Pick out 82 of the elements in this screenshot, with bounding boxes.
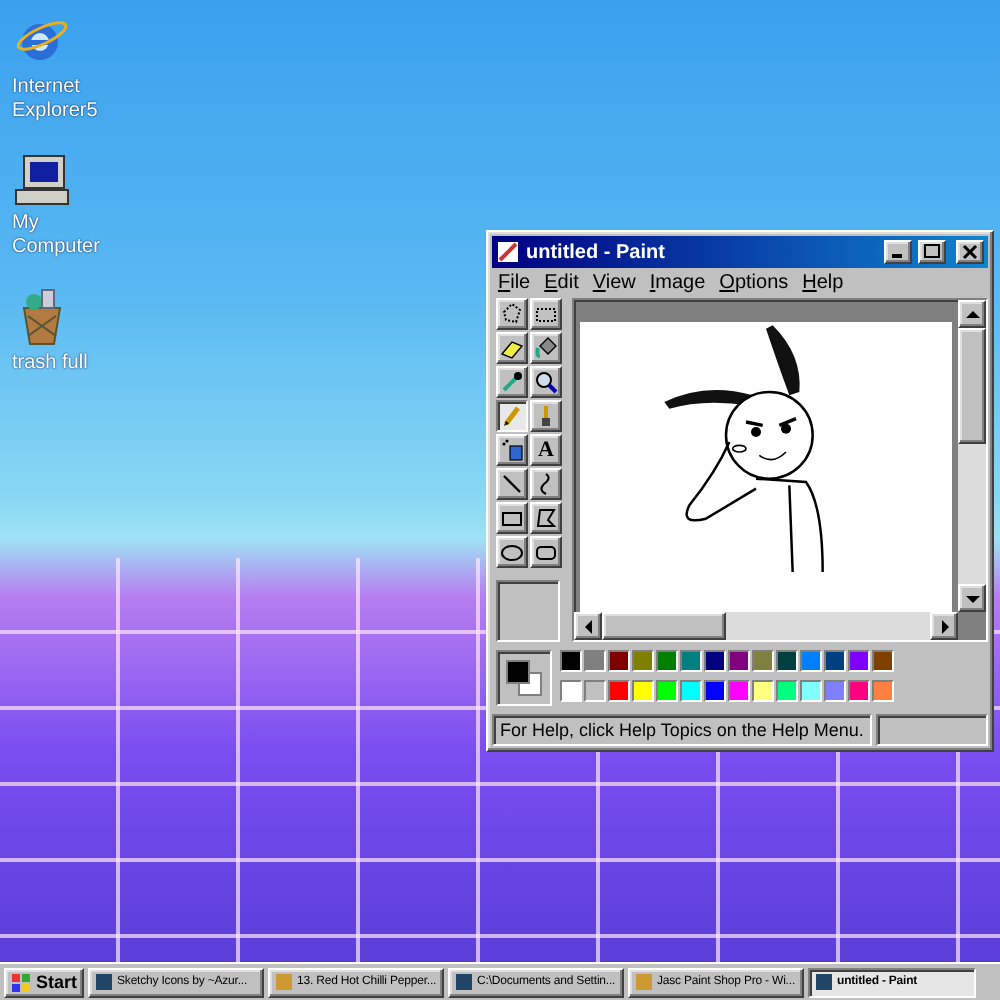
color-swatch[interactable] (656, 679, 678, 701)
color-swatch[interactable] (680, 650, 702, 672)
color-swatch[interactable] (704, 679, 726, 701)
paint-app-icon (496, 240, 520, 264)
scroll-thumb[interactable] (602, 612, 726, 640)
scroll-down-button[interactable] (958, 584, 986, 612)
menu-item[interactable]: Edit (544, 272, 579, 294)
close-icon (962, 244, 978, 260)
up-arrow-icon (965, 307, 979, 321)
close-button[interactable] (956, 240, 984, 264)
free-select-icon (500, 302, 524, 326)
color-swatch[interactable] (776, 679, 798, 701)
window-title: untitled - Paint (526, 241, 667, 263)
color-swatch[interactable] (728, 650, 750, 672)
right-arrow-icon (937, 619, 951, 633)
pencil-icon (500, 404, 524, 428)
horizontal-scrollbar[interactable] (574, 612, 958, 640)
rectangle-select-icon (534, 302, 558, 326)
color-swatch[interactable] (800, 650, 822, 672)
color-swatch[interactable] (728, 679, 750, 701)
ellipse-icon (500, 540, 524, 564)
polygon-icon (534, 506, 558, 530)
color-swatch[interactable] (584, 650, 606, 672)
paint-bucket-icon (534, 336, 558, 360)
minimize-button[interactable] (884, 240, 912, 264)
start-button[interactable]: Start (4, 967, 84, 997)
tool-options-panel (496, 580, 560, 642)
scroll-right-button[interactable] (930, 612, 958, 640)
app-icon (633, 972, 654, 992)
color-swatch[interactable] (872, 650, 894, 672)
rounded-rectangle-icon (534, 540, 558, 564)
color-swatch[interactable] (608, 679, 630, 701)
scroll-thumb[interactable] (958, 328, 986, 444)
spray-can-icon (500, 438, 524, 462)
color-swatch[interactable] (704, 650, 726, 672)
color-swatch[interactable] (776, 650, 798, 672)
color-swatch[interactable] (848, 650, 870, 672)
color-swatch[interactable] (560, 679, 582, 701)
tool-button[interactable] (496, 400, 528, 432)
line-icon (500, 472, 524, 496)
eraser-icon (500, 336, 524, 360)
color-swatch[interactable] (824, 679, 846, 701)
left-arrow-icon (581, 619, 595, 633)
eyedropper-icon (500, 370, 524, 394)
foreground-color (506, 660, 530, 684)
menu-item[interactable]: Image (649, 272, 706, 294)
magnifier-icon (534, 370, 558, 394)
color-swatch[interactable] (872, 679, 894, 701)
color-swatch[interactable] (584, 679, 606, 701)
color-swatch[interactable] (824, 650, 846, 672)
menu-item[interactable]: File (498, 272, 531, 294)
vertical-scrollbar[interactable] (958, 300, 986, 612)
color-swatch[interactable] (656, 650, 678, 672)
down-arrow-icon (965, 591, 979, 605)
maximize-icon (924, 244, 940, 260)
menu-item[interactable]: View (592, 272, 636, 294)
color-swatch[interactable] (632, 650, 654, 672)
scroll-up-button[interactable] (958, 300, 986, 328)
rectangle-icon (500, 506, 524, 530)
color-swatch[interactable] (752, 679, 774, 701)
current-colors-box[interactable] (496, 650, 552, 706)
tool-button[interactable]: A (530, 434, 562, 466)
maximize-button[interactable] (918, 240, 946, 264)
menu-item[interactable]: Help (802, 272, 844, 294)
status-text: For Help, click Help Topics on the Help Menu. (492, 714, 872, 746)
color-swatch[interactable] (680, 679, 702, 701)
color-swatch[interactable] (632, 679, 654, 701)
color-swatch[interactable] (848, 679, 870, 701)
app-icon (453, 972, 474, 992)
color-swatch[interactable] (752, 650, 774, 672)
color-swatch[interactable] (800, 679, 822, 701)
scroll-left-button[interactable] (574, 612, 602, 640)
app-icon (813, 972, 834, 992)
computer-icon (12, 152, 72, 208)
menu-item[interactable]: Options (719, 272, 789, 294)
status-panel (875, 714, 988, 746)
text-tool-glyph: A (538, 438, 554, 462)
color-swatch[interactable] (608, 650, 630, 672)
app-icon (93, 972, 114, 992)
color-swatch[interactable] (560, 650, 582, 672)
windows-flag-icon (10, 971, 32, 993)
app-icon (273, 972, 294, 992)
